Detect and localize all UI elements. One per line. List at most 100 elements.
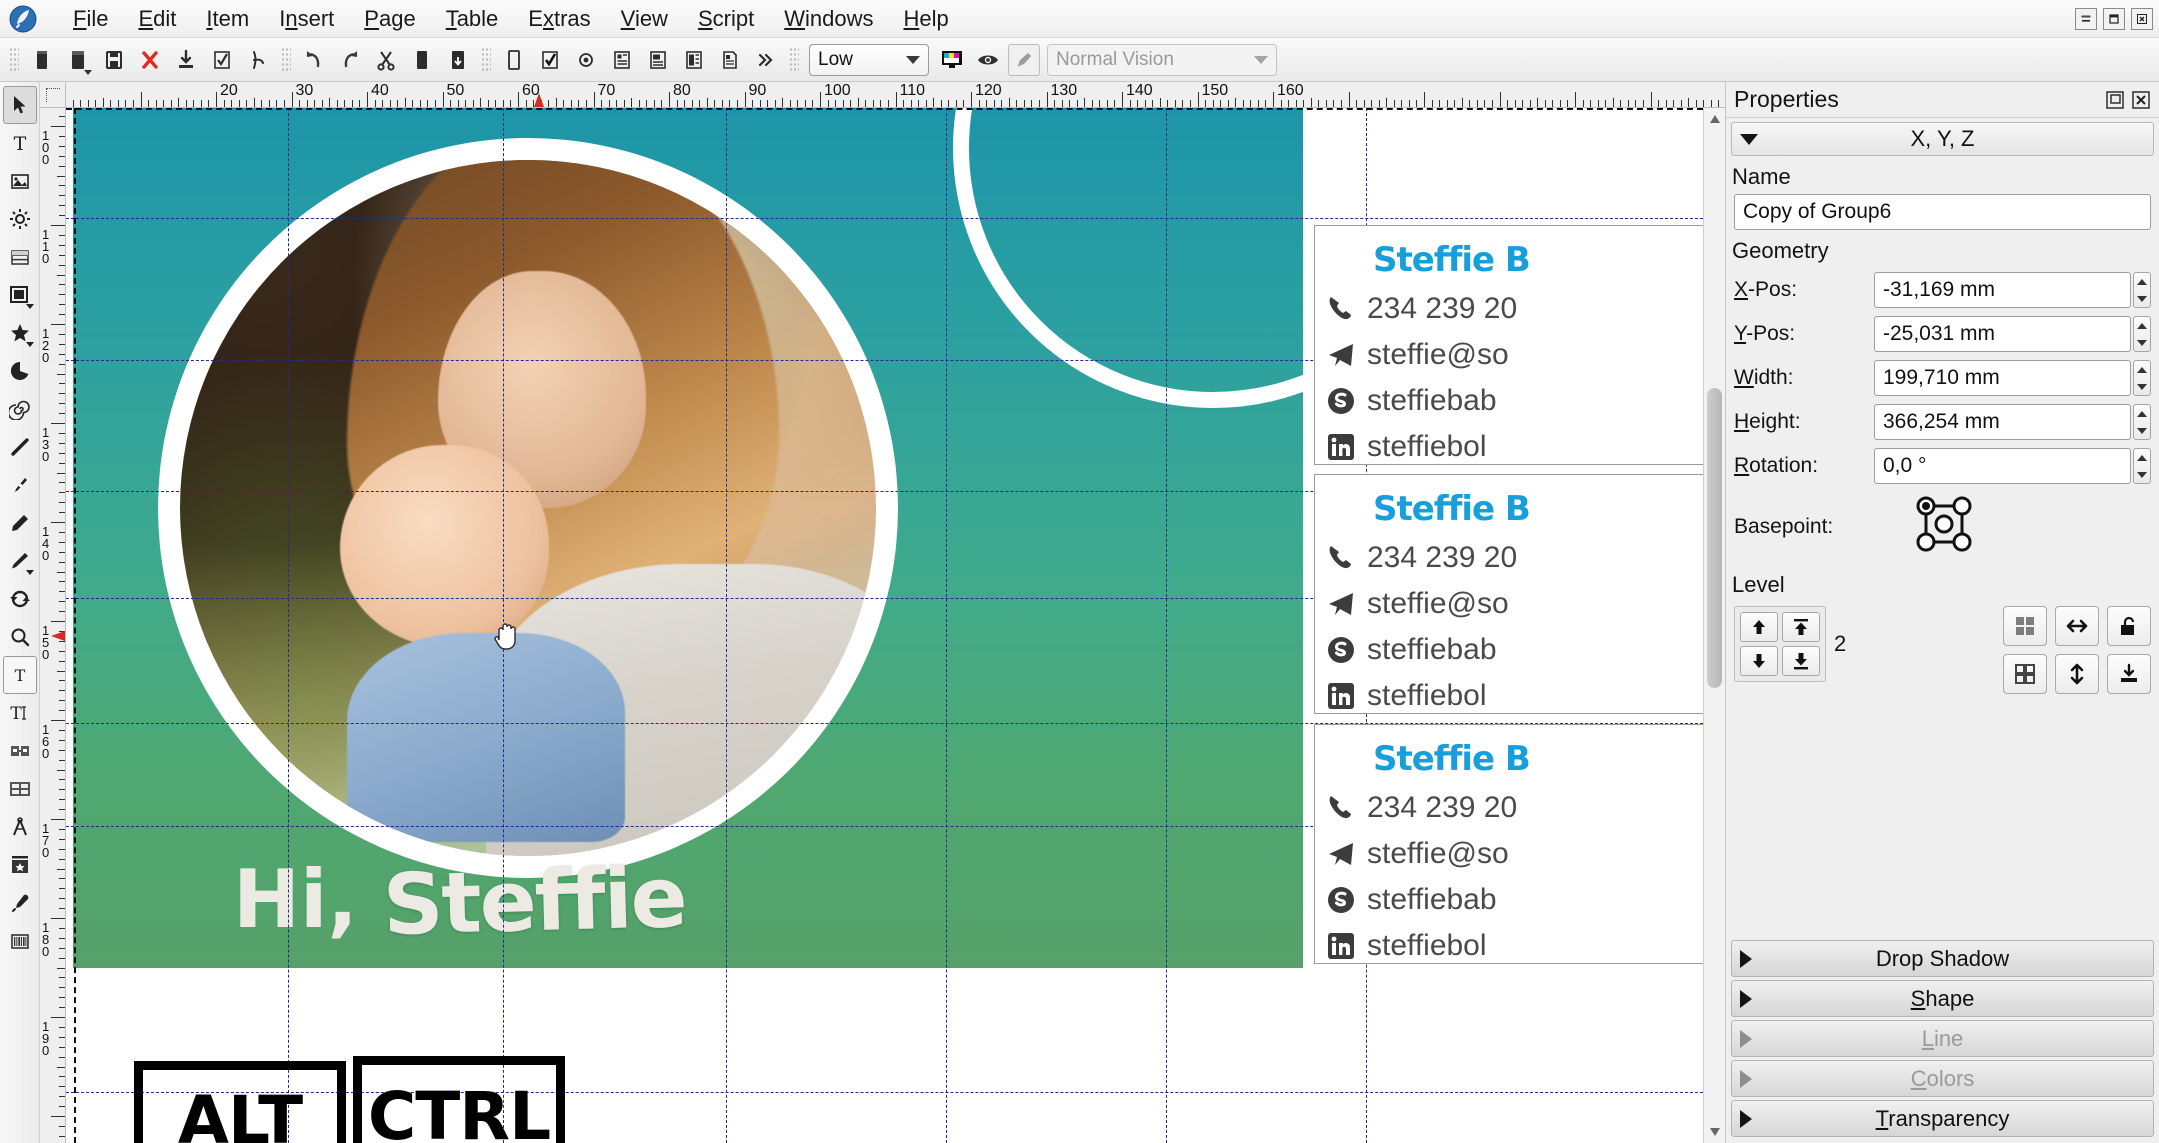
width-field[interactable]: 199,710 mm [1874,360,2131,396]
y-pos-field[interactable]: -25,031 mm [1874,316,2131,352]
spinner-down-icon[interactable] [2137,471,2147,478]
rotation-field-stepper[interactable] [2133,448,2151,484]
edit-contents-of-frame-tool[interactable]: T [2,656,37,694]
insert-table-tool[interactable] [3,238,37,276]
close-panel-button[interactable] [2131,90,2151,110]
business-card[interactable]: Steffie B 234 239 20 steffie@so steffiebab s… [1314,474,1703,714]
undock-panel-button[interactable] [2105,90,2125,110]
portrait-photo-frame[interactable] [158,138,898,878]
color-management-icon[interactable] [936,44,968,76]
maximize-button[interactable] [2103,7,2125,30]
menu-item-table[interactable]: Table [431,3,514,35]
copy-item-properties-tool[interactable] [3,846,37,884]
name-script-text[interactable]: Steffie [382,848,687,954]
lower-one-level-button[interactable] [1740,646,1778,676]
select-frames-button[interactable] [498,44,530,76]
preflight-verifier-button[interactable] [206,44,238,76]
paste-button[interactable] [442,44,474,76]
spinner-up-icon[interactable] [2137,454,2147,461]
unlock-icon[interactable] [2107,606,2151,646]
spinner-down-icon[interactable] [2137,339,2147,346]
eye-dropper-tool[interactable] [3,884,37,922]
minimize-button[interactable] [2075,7,2097,30]
render-frame-button[interactable] [714,44,746,76]
raise-one-level-button[interactable] [1740,612,1778,642]
save-document-button[interactable] [98,44,130,76]
vertical-ruler[interactable]: 100110120130140150160170180190 [40,108,66,1143]
unlink-text-frames-tool[interactable] [3,770,37,808]
lower-to-bottom-button[interactable] [1782,646,1820,676]
link-text-frames-tool[interactable] [3,732,37,770]
basepoint-selector[interactable] [1912,492,1976,562]
toolbar-grip-4[interactable] [789,46,799,73]
toolbar-grip-2[interactable] [281,46,291,73]
group-items-button[interactable] [2003,606,2047,646]
properties-eye-button[interactable] [570,44,602,76]
section-transparency[interactable]: Transparency [1731,1100,2154,1137]
spinner-up-icon[interactable] [2137,322,2147,329]
insert-line-tool[interactable] [3,428,37,466]
spinner-down-icon[interactable] [2137,427,2147,434]
height-field-stepper[interactable] [2133,404,2151,440]
artboard-graphic[interactable]: Hi, Steffie [73,108,1303,968]
vision-mode-select[interactable]: Normal Vision [1047,43,1277,76]
document-canvas[interactable]: Hi, Steffie ALT CTRL Steffie B 234 239 2… [66,108,1703,1143]
insert-arc-tool[interactable] [3,352,37,390]
insert-render-frame-tool[interactable] [3,200,37,238]
vertical-scrollbar[interactable] [1703,108,1725,1143]
toolbar-grip[interactable] [9,46,19,73]
business-card[interactable]: Steffie B 234 239 20 steffie@so steffiebab s… [1314,225,1703,465]
spinner-down-icon[interactable] [2137,383,2147,390]
menu-item-file[interactable]: File [58,3,123,35]
spinner-down-icon[interactable] [2137,295,2147,302]
select-item-tool[interactable] [2,86,37,124]
copy-button[interactable] [406,44,438,76]
ruler-origin-button[interactable] [40,82,66,108]
print-document-button[interactable] [170,44,202,76]
x-pos-field-stepper[interactable] [2133,272,2151,308]
menu-item-page[interactable]: Page [349,3,430,35]
scroll-down-button[interactable] [1705,1123,1724,1141]
insert-image-frame-tool[interactable] [3,162,37,200]
table-frame-button[interactable] [678,44,710,76]
scroll-up-button[interactable] [1705,110,1724,128]
insert-calligraphic-line-tool[interactable] [3,542,37,580]
undo-button[interactable] [298,44,330,76]
insert-text-frame-tool[interactable]: T [3,124,37,162]
preview-quality-select[interactable]: Low [809,43,929,76]
insert-barcode-tool[interactable] [3,922,37,960]
menu-item-extras[interactable]: Extras [513,3,605,35]
measurements-compass-tool[interactable] [3,808,37,846]
menu-item-help[interactable]: Help [888,3,963,35]
menu-item-item[interactable]: Item [191,3,264,35]
raise-to-top-button[interactable] [1782,612,1820,642]
menu-item-view[interactable]: View [606,3,683,35]
preflight-button[interactable] [534,44,566,76]
edit-in-preview-icon[interactable] [1008,43,1040,76]
scrollbar-thumb[interactable] [1707,388,1722,688]
ungroup-items-button[interactable] [2003,654,2047,694]
text-frame-link-button[interactable] [606,44,638,76]
insert-freehand-line-tool[interactable] [3,504,37,542]
x-pos-field[interactable]: -31,169 mm [1874,272,2131,308]
insert-shape-tool[interactable] [3,276,37,314]
tab-xyz[interactable]: X, Y, Z [1731,122,2154,156]
menu-item-edit[interactable]: Edit [123,3,191,35]
lock-size-icon[interactable] [2107,654,2151,694]
width-field-stepper[interactable] [2133,360,2151,396]
close-document-button[interactable] [134,44,166,76]
rotation-field[interactable]: 0,0 ° [1874,448,2131,484]
zoom-tool[interactable] [3,618,37,656]
business-card[interactable]: Steffie B 234 239 20 steffie@so steffiebab s… [1314,724,1703,964]
greeting-text[interactable]: Hi, [233,853,358,946]
insert-bezier-curve-tool[interactable] [3,466,37,504]
new-document-button[interactable] [26,44,58,76]
menu-item-script[interactable]: Script [683,3,769,35]
image-frame-button[interactable] [642,44,674,76]
spinner-up-icon[interactable] [2137,410,2147,417]
insert-polygon-tool[interactable] [3,314,37,352]
close-button[interactable] [2131,7,2153,30]
menu-item-windows[interactable]: Windows [769,3,888,35]
insert-spiral-tool[interactable] [3,390,37,428]
redo-button[interactable] [334,44,366,76]
